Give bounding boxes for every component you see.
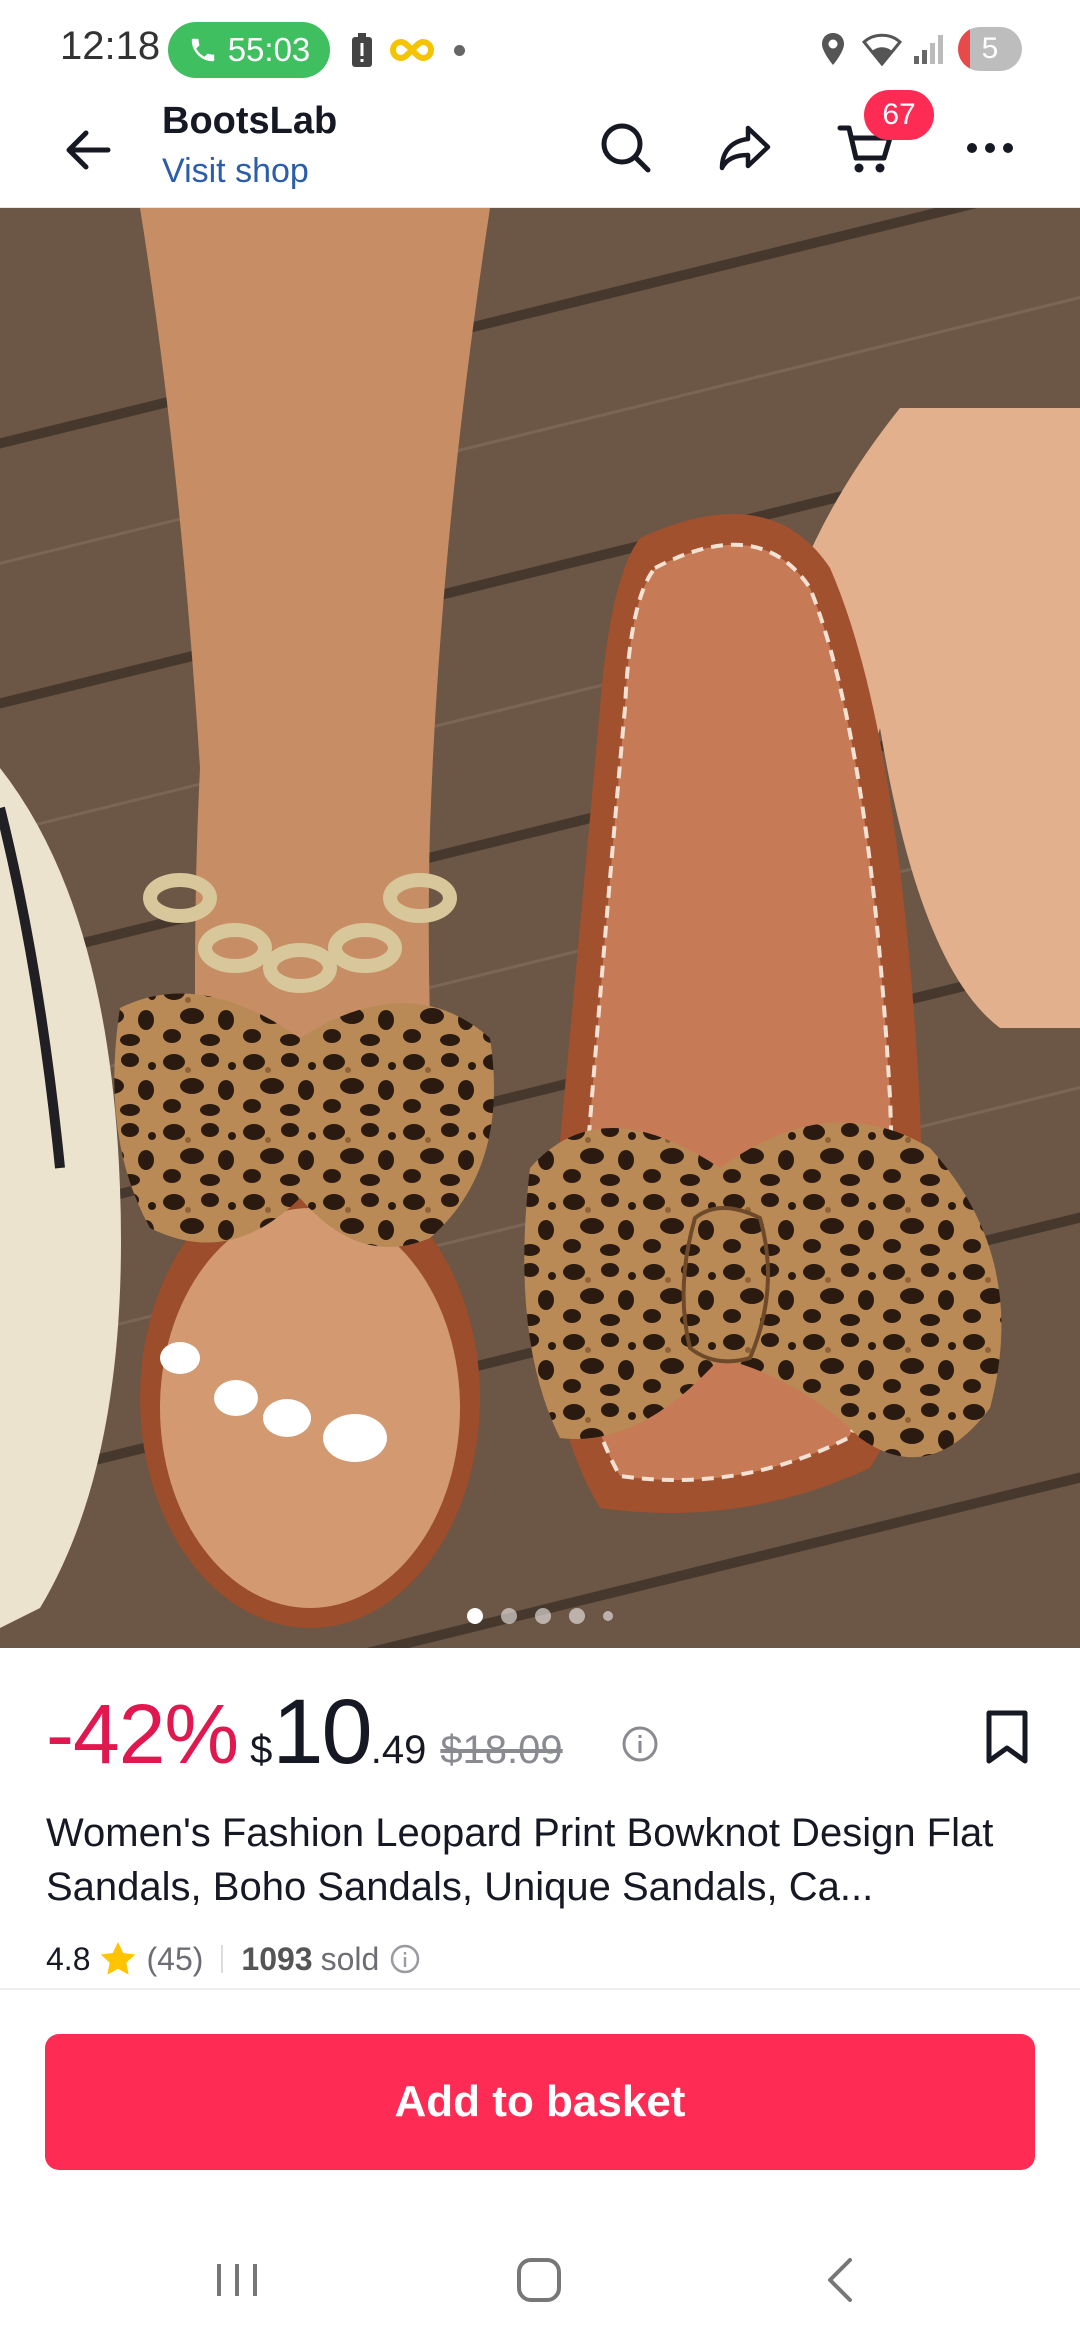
- call-timer-text: 55:03: [227, 31, 311, 68]
- wifi-icon: [862, 33, 902, 66]
- battery-icon: 5: [958, 27, 1022, 71]
- divider: [0, 1988, 1080, 1990]
- currency-symbol: $: [250, 1728, 273, 1772]
- shop-name[interactable]: BootsLab: [162, 100, 337, 143]
- recent-apps-icon[interactable]: [207, 2250, 267, 2310]
- visit-shop-link[interactable]: Visit shop: [162, 152, 309, 191]
- carousel-dot[interactable]: [603, 1611, 613, 1621]
- star-icon: [101, 1942, 136, 1975]
- shop-header: BootsLab Visit shop 67: [0, 90, 1080, 208]
- info-icon[interactable]: [389, 1943, 421, 1975]
- status-time: 12:18: [60, 24, 161, 68]
- call-timer-pill[interactable]: 55:03: [168, 22, 330, 78]
- add-to-basket-button[interactable]: Add to basket: [45, 2034, 1035, 2170]
- status-bar: 12:18 55:03 5: [0, 0, 1080, 90]
- review-count: (45): [146, 1940, 204, 1977]
- back-arrow-icon[interactable]: [58, 120, 118, 180]
- carousel-dots[interactable]: [0, 1608, 1080, 1624]
- back-icon[interactable]: [812, 2250, 872, 2310]
- phone-icon: [191, 38, 214, 62]
- carousel-dot[interactable]: [569, 1608, 585, 1624]
- price-decimal: .49: [370, 1728, 427, 1772]
- carousel-dot[interactable]: [535, 1608, 551, 1624]
- search-icon[interactable]: [594, 116, 658, 180]
- more-icon[interactable]: [958, 116, 1022, 180]
- price-row: -42% $ 10 .49 $18.09: [46, 1680, 563, 1783]
- infinity-icon: [390, 38, 434, 62]
- product-title[interactable]: Women's Fashion Leopard Print Bowknot De…: [46, 1806, 1036, 1914]
- battery-level: 5: [981, 32, 999, 65]
- battery-alert-icon: [352, 33, 372, 67]
- system-nav-bar: [0, 2220, 1080, 2340]
- cart-count-badge: 67: [864, 90, 934, 140]
- rating-value: 4.8: [46, 1940, 91, 1977]
- bookmark-icon[interactable]: [980, 1708, 1034, 1766]
- discount-label: -42%: [46, 1687, 239, 1781]
- home-icon[interactable]: [509, 2250, 569, 2310]
- rating-row[interactable]: 4.8 (45) 1093 sold: [46, 1934, 421, 1984]
- carousel-dot-active[interactable]: [467, 1608, 483, 1624]
- sold-label: sold: [320, 1940, 380, 1977]
- product-image-carousel[interactable]: [0, 208, 1080, 1648]
- info-icon[interactable]: [620, 1724, 660, 1764]
- carousel-dot[interactable]: [501, 1608, 517, 1624]
- notification-dot: [454, 45, 465, 56]
- product-photo: [0, 208, 1080, 1648]
- price-integer: 10: [272, 1681, 372, 1783]
- original-price: $18.09: [440, 1728, 563, 1772]
- location-icon: [822, 33, 844, 65]
- signal-icon: [914, 35, 943, 64]
- separator: [221, 1945, 224, 1973]
- sold-count: 1093: [241, 1940, 313, 1977]
- share-icon[interactable]: [714, 116, 778, 180]
